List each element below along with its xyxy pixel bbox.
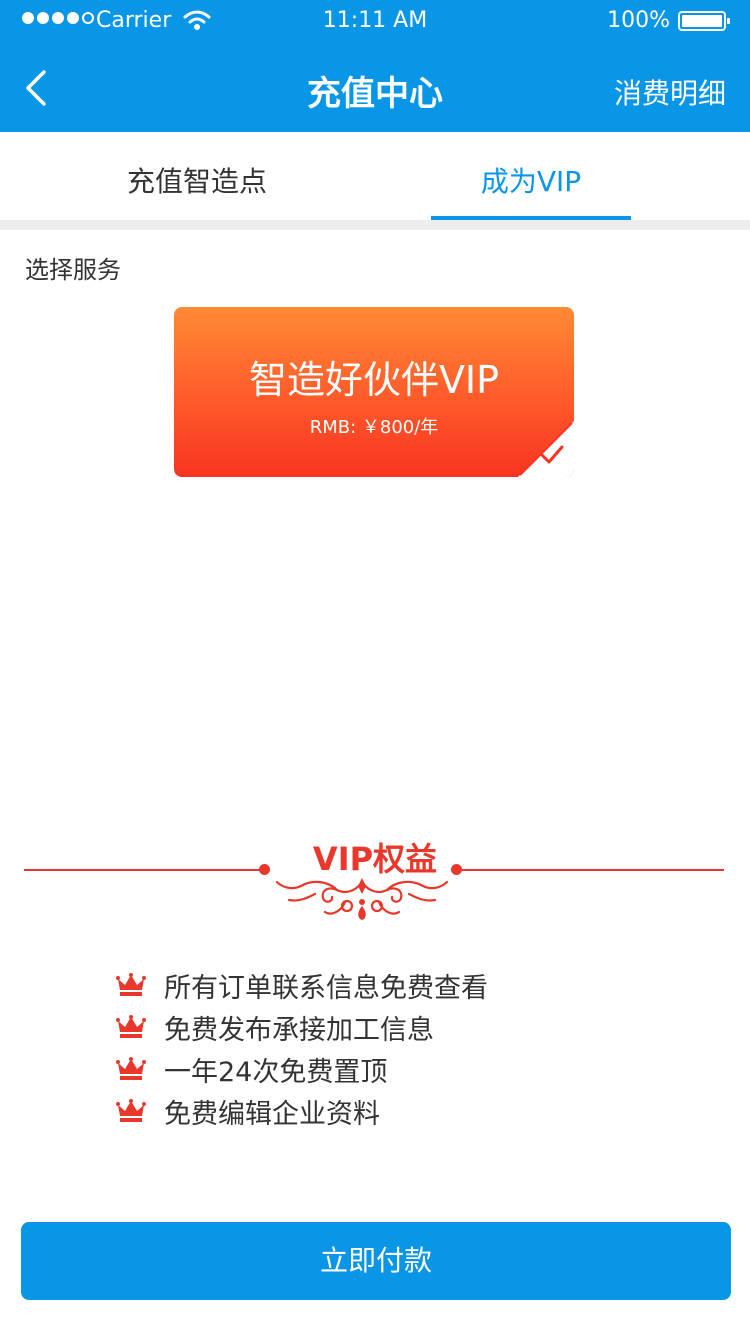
benefit-text: 免费编辑企业资料 (164, 1098, 380, 1130)
consumption-details-link[interactable]: 消费明细 (614, 72, 726, 112)
crown-icon (116, 1015, 146, 1038)
header: Carrier 11:11 AM 100% 充值中心 消费明细 (0, 0, 750, 132)
benefit-item: 免费编辑企业资料 (116, 1090, 488, 1132)
benefit-item: 免费发布承接加工信息 (116, 1006, 488, 1048)
vip-plan-name: 智造好伙伴VIP (248, 358, 500, 402)
selected-check-icon (518, 421, 574, 477)
tab-bar: 充值智造点 成为VIP (0, 132, 750, 220)
status-bar: Carrier 11:11 AM 100% (0, 0, 750, 40)
benefit-text: 所有订单联系信息免费查看 (164, 972, 488, 1004)
crown-icon (116, 973, 146, 996)
benefit-item: 一年24次免费置顶 (116, 1048, 488, 1090)
benefit-text: 一年24次免费置顶 (164, 1056, 388, 1088)
pay-now-button[interactable]: 立即付款 (21, 1222, 731, 1300)
vip-benefits-list: 所有订单联系信息免费查看 免费发布承接加工信息 一年24次免费置顶 免费编辑企业… (116, 964, 488, 1132)
benefit-item: 所有订单联系信息免费查看 (116, 964, 488, 1006)
vip-plan-price: RMB: ￥800/年 (309, 417, 439, 438)
ornament-flourish-icon (275, 878, 449, 920)
section-divider (0, 220, 750, 230)
battery-icon (678, 11, 730, 31)
crown-icon (116, 1057, 146, 1080)
tab-recharge-points[interactable]: 充值智造点 (97, 160, 297, 200)
tab-become-vip[interactable]: 成为VIP (431, 160, 631, 200)
navigation-bar: 充值中心 消费明细 (0, 44, 750, 132)
select-service-label: 选择服务 (25, 256, 121, 284)
divider-line-right (456, 869, 724, 871)
vip-benefits-header: VIP权益 (0, 830, 750, 930)
battery-percentage: 100% (607, 8, 670, 33)
benefit-text: 免费发布承接加工信息 (164, 1014, 434, 1046)
crown-icon (116, 1099, 146, 1122)
vip-plan-card[interactable]: 智造好伙伴VIP RMB: ￥800/年 (174, 307, 574, 477)
